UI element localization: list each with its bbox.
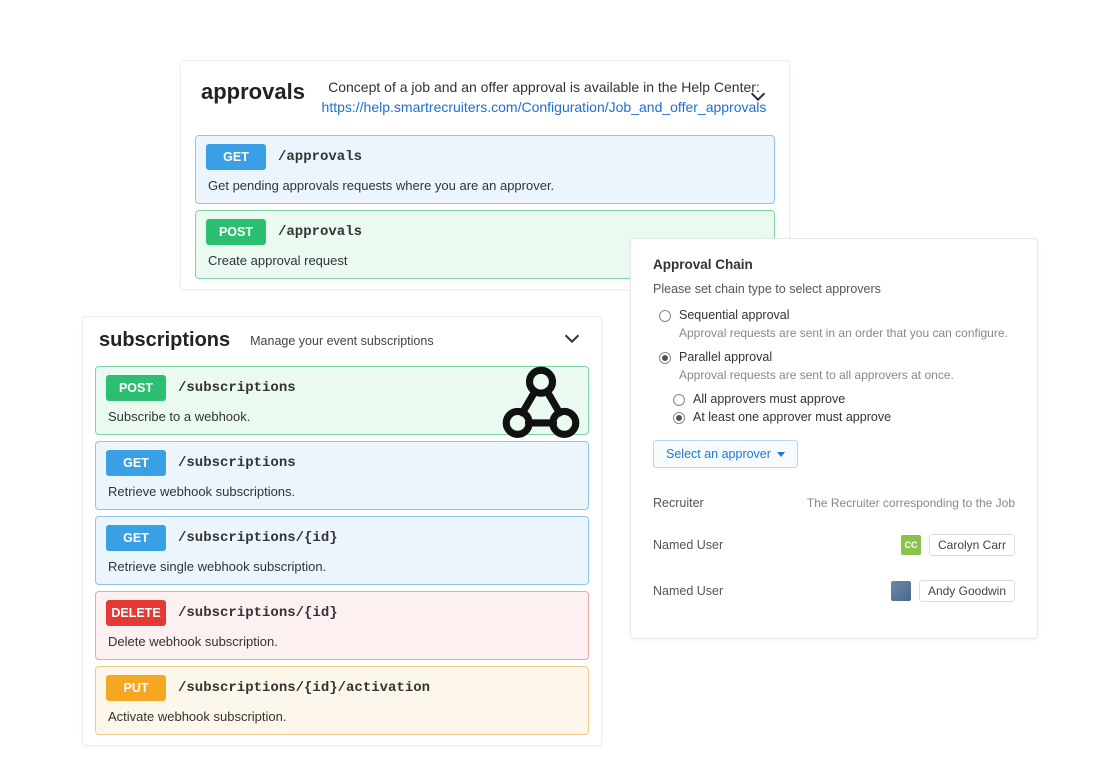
http-verb: POST — [106, 375, 166, 401]
section-title: subscriptions — [99, 329, 230, 352]
operation-get-approvals[interactable]: GET /approvals Get pending approvals req… — [195, 135, 775, 204]
section-header: subscriptions Manage your event subscrip… — [95, 327, 589, 360]
chevron-down-icon[interactable] — [561, 327, 583, 349]
chevron-down-icon[interactable] — [747, 85, 769, 107]
role-label: Named User — [653, 584, 723, 598]
operation-put-subscription-activation[interactable]: PUT /subscriptions/{id}/activation Activ… — [95, 666, 589, 735]
section-header: approvals Concept of a job and an offer … — [195, 75, 775, 129]
row-hint: The Recruiter corresponding to the Job — [807, 496, 1015, 510]
select-label: Select an approver — [666, 447, 771, 461]
radio-icon — [673, 394, 685, 406]
operation-description: Delete webhook subscription. — [96, 634, 588, 659]
avatar — [891, 581, 911, 601]
http-verb: PUT — [106, 675, 166, 701]
radio-label: Sequential approval — [679, 308, 790, 322]
radio-icon — [659, 310, 671, 322]
endpoint-path: /subscriptions/{id}/activation — [178, 680, 430, 696]
select-approver-dropdown[interactable]: Select an approver — [653, 440, 798, 468]
radio-at-least-one[interactable]: At least one approver must approve — [653, 410, 1015, 424]
panel-subtitle: Please set chain type to select approver… — [653, 282, 1015, 296]
operation-description: Activate webhook subscription. — [96, 709, 588, 734]
http-verb: POST — [206, 219, 266, 245]
section-title: approvals — [201, 79, 305, 105]
radio-description: Approval requests are sent in an order t… — [653, 326, 1015, 340]
operation-description: Retrieve webhook subscriptions. — [96, 484, 588, 509]
webhook-icon — [498, 362, 584, 453]
approver-row-user2: Named User Andy Goodwin — [653, 568, 1015, 614]
operation-delete-subscription[interactable]: DELETE /subscriptions/{id} Delete webhoo… — [95, 591, 589, 660]
radio-label: At least one approver must approve — [693, 410, 891, 424]
approver-row-recruiter: Recruiter The Recruiter corresponding to… — [653, 484, 1015, 522]
caret-down-icon — [777, 452, 785, 457]
http-verb: GET — [106, 450, 166, 476]
operation-description: Get pending approvals requests where you… — [196, 178, 774, 203]
endpoint-path: /subscriptions/{id} — [178, 605, 338, 621]
section-description: Concept of a job and an offer approval i… — [319, 79, 769, 115]
section-description: Manage your event subscriptions — [250, 334, 585, 348]
radio-icon — [673, 412, 685, 424]
avatar: CC — [901, 535, 921, 555]
radio-parallel[interactable]: Parallel approval — [653, 350, 1015, 364]
approval-chain-panel: Approval Chain Please set chain type to … — [630, 238, 1038, 639]
radio-all-must-approve[interactable]: All approvers must approve — [653, 392, 1015, 406]
radio-description: Approval requests are sent to all approv… — [653, 368, 1015, 382]
panel-title: Approval Chain — [653, 257, 1015, 272]
help-link[interactable]: https://help.smartrecruiters.com/Configu… — [319, 99, 769, 115]
endpoint-path: /subscriptions — [178, 380, 296, 396]
approver-row-user1: Named User CC Carolyn Carr — [653, 522, 1015, 568]
user-chip[interactable]: Andy Goodwin — [919, 580, 1015, 602]
radio-sequential[interactable]: Sequential approval — [653, 308, 1015, 322]
http-verb: GET — [206, 144, 266, 170]
endpoint-path: /subscriptions/{id} — [178, 530, 338, 546]
role-label: Recruiter — [653, 496, 704, 510]
endpoint-path: /subscriptions — [178, 455, 296, 471]
desc-text: Concept of a job and an offer approval i… — [328, 79, 760, 95]
radio-label: All approvers must approve — [693, 392, 845, 406]
http-verb: GET — [106, 525, 166, 551]
operation-description: Retrieve single webhook subscription. — [96, 559, 588, 584]
radio-icon — [659, 352, 671, 364]
radio-label: Parallel approval — [679, 350, 772, 364]
http-verb: DELETE — [106, 600, 166, 626]
user-chip[interactable]: Carolyn Carr — [929, 534, 1015, 556]
role-label: Named User — [653, 538, 723, 552]
endpoint-path: /approvals — [278, 149, 362, 165]
endpoint-path: /approvals — [278, 224, 362, 240]
operation-get-subscription-id[interactable]: GET /subscriptions/{id} Retrieve single … — [95, 516, 589, 585]
